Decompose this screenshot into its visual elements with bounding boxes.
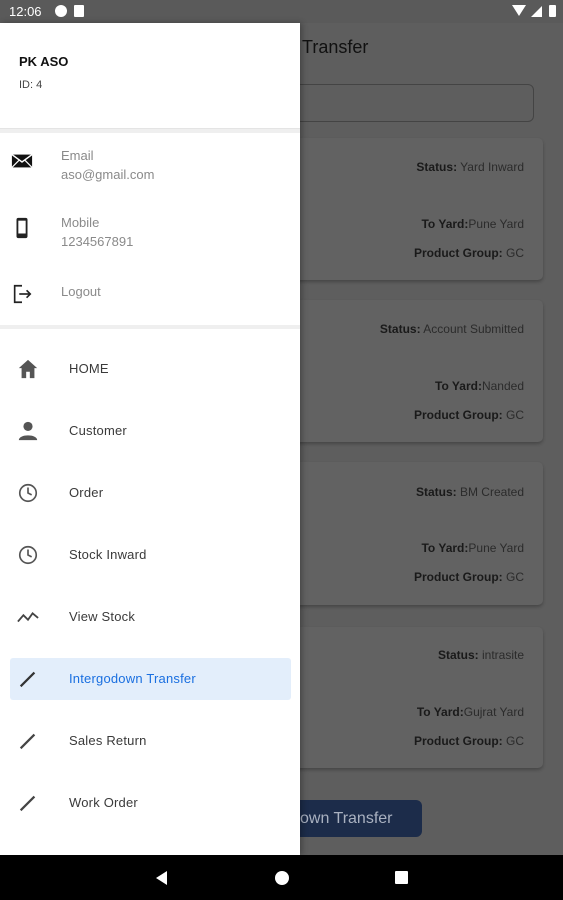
wifi-icon [512,5,526,17]
mobile-label: Mobile [61,215,100,230]
menu-item-intergodown-transfer[interactable]: Intergodown Transfer [10,658,291,700]
person-icon [18,421,38,441]
card-product-group: Product Group: GC [413,408,524,422]
email-label: Email [61,148,94,163]
phone-icon [16,217,28,239]
menu-item-label: View Stock [69,609,136,624]
logout-button[interactable]: Logout [0,281,300,311]
menu-item-label: Order [69,485,104,500]
trend-icon [17,611,39,623]
mobile-value: 1234567891 [61,234,134,249]
email-icon [11,153,33,168]
menu-item-label: Customer [69,423,127,438]
signal-icon [531,5,542,17]
status-time: 12:06 [9,4,42,19]
menu-item-label: Stock Inward [69,547,147,562]
menu-item-home[interactable]: HOME [10,348,291,390]
card-product-group: Product Group: GC [413,734,524,748]
divider [0,129,300,133]
drawer-header: PK ASO ID: 4 [0,23,300,129]
card-to-yard: To Yard:Gujrat Yard [416,705,524,719]
card-to-yard: To Yard:Pune Yard [421,541,524,555]
logout-label: Logout [61,284,101,299]
email-row: Email aso@gmail.com [0,148,300,198]
clock-icon [18,545,38,565]
home-icon [18,359,38,379]
clock-icon [18,483,38,503]
email-value: aso@gmail.com [61,167,155,182]
menu-item-work-order[interactable]: Work Order [10,782,291,824]
system-navigation-bar [0,855,563,900]
page-title: Transfer [302,37,369,57]
pencil-icon [19,671,36,688]
user-id: ID: 4 [19,79,43,91]
card-product-group: Product Group: GC [413,570,524,584]
search-input[interactable] [260,84,534,122]
menu-item-label: Intergodown Transfer [69,671,196,686]
card-product-group: Product Group: GC [413,246,524,260]
card-status: Status: Account Submitted [379,322,524,336]
logout-icon [13,284,32,304]
menu-item-sales-return[interactable]: Sales Return [10,720,291,762]
menu-item-stock-inward[interactable]: Stock Inward [10,534,291,576]
back-icon[interactable] [142,855,182,900]
sd-card-icon [74,5,84,17]
menu-item-label: Sales Return [69,733,147,748]
mobile-row: Mobile 1234567891 [0,215,300,265]
card-status: Status: Yard Inward [416,160,524,174]
pencil-icon [19,795,36,812]
card-to-yard: To Yard:Nanded [435,379,524,393]
card-to-yard: To Yard:Pune Yard [421,217,524,231]
navigation-drawer: PK ASO ID: 4 Email aso@gmail.com Mobile … [0,23,300,855]
pencil-icon [19,733,36,750]
home-button-icon[interactable] [262,855,302,900]
card-status: Status: intrasite [437,648,524,662]
menu-item-label: HOME [69,361,109,376]
menu-item-customer[interactable]: Customer [10,410,291,452]
status-bar: 12:06 [0,0,563,23]
user-name: PK ASO [19,54,69,69]
divider [0,325,300,329]
menu-item-view-stock[interactable]: View Stock [10,596,291,638]
menu-item-order[interactable]: Order [10,472,291,514]
card-status: Status: BM Created [415,485,524,499]
notification-icon [55,5,67,17]
menu-item-label: Work Order [69,795,138,810]
battery-icon [549,5,556,17]
recents-icon[interactable] [382,855,422,900]
